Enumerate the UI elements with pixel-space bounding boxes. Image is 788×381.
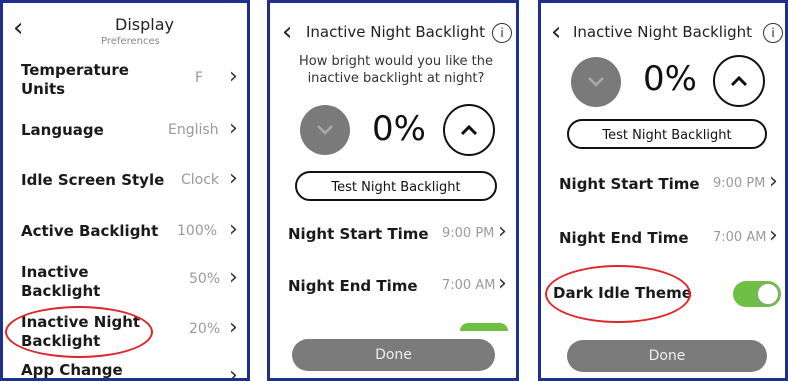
row-label: Temperature Units <box>21 61 129 98</box>
back-chevron-icon[interactable]: ‹ <box>282 19 292 45</box>
chevron-right-icon: › <box>498 271 507 296</box>
row-value: 9:00 PM <box>713 176 766 191</box>
row-label: Night End Time <box>559 229 689 247</box>
page-title: Inactive Night Backlight <box>573 23 753 41</box>
chevron-right-icon: › <box>229 363 238 381</box>
row-label: Night Start Time <box>559 175 700 193</box>
row-value: 7:00 AM <box>713 230 767 245</box>
display-preferences-screen: ‹ Display Preferences Temperature Units … <box>0 0 250 381</box>
chevron-down-icon <box>588 77 604 87</box>
row-value: F <box>195 70 204 86</box>
row-value: 50% <box>189 271 221 287</box>
highlight-circle <box>5 306 153 358</box>
chevron-right-icon: › <box>229 166 238 191</box>
row-label: Idle Screen Style <box>21 171 165 189</box>
row-label: Inactive Backlight <box>21 263 101 300</box>
brightness-prompt: How bright would you like the inactive b… <box>298 54 494 86</box>
dark-idle-theme-toggle[interactable] <box>460 323 508 331</box>
dark-idle-theme-toggle[interactable] <box>733 281 781 307</box>
chevron-right-icon: › <box>229 315 238 340</box>
test-night-backlight-button[interactable]: Test Night Backlight <box>567 119 767 149</box>
chevron-right-icon: › <box>229 217 238 242</box>
done-button[interactable]: Done <box>292 339 495 371</box>
inactive-night-backlight-screen: ‹ Inactive Night Backlight i How bright … <box>267 0 519 381</box>
brightness-percent: 0% <box>643 59 697 99</box>
highlight-circle <box>545 265 691 323</box>
back-chevron-icon[interactable]: ‹ <box>13 15 23 41</box>
row-value: 20% <box>189 321 221 337</box>
increase-brightness-button[interactable] <box>713 55 765 107</box>
decrease-brightness-button[interactable] <box>300 105 350 155</box>
chevron-right-icon: › <box>769 169 778 194</box>
inactive-night-backlight-scrolled-screen: ‹ Inactive Night Backlight i 0% Test Nig… <box>538 0 788 381</box>
done-button[interactable]: Done <box>567 340 767 372</box>
increase-brightness-button[interactable] <box>443 104 495 156</box>
info-icon[interactable]: i <box>763 23 783 43</box>
row-value: 9:00 PM <box>442 226 495 241</box>
chevron-right-icon: › <box>229 116 238 141</box>
row-value: 100% <box>177 223 218 239</box>
brightness-percent: 0% <box>372 109 426 149</box>
page-subtitle: Preferences <box>101 36 160 47</box>
row-label: Language <box>21 121 104 139</box>
chevron-up-icon <box>730 75 748 87</box>
page-title: Display <box>115 15 174 34</box>
chevron-right-icon: › <box>229 265 238 290</box>
row-value: English <box>168 122 219 138</box>
row-label: Night End Time <box>288 277 418 295</box>
back-chevron-icon[interactable]: ‹ <box>551 19 561 45</box>
row-label: Active Backlight <box>21 222 159 240</box>
page-title: Inactive Night Backlight <box>306 23 486 41</box>
decrease-brightness-button[interactable] <box>571 57 621 107</box>
row-label: App Change <box>21 361 123 379</box>
row-value: Clock <box>181 172 220 188</box>
chevron-right-icon: › <box>769 223 778 248</box>
row-value: 7:00 AM <box>442 278 496 293</box>
row-label: Night Start Time <box>288 225 429 243</box>
toggle-knob <box>757 283 779 305</box>
chevron-right-icon: › <box>498 219 507 244</box>
info-icon[interactable]: i <box>492 23 512 43</box>
test-night-backlight-button[interactable]: Test Night Backlight <box>295 171 497 201</box>
chevron-up-icon <box>460 124 478 136</box>
chevron-down-icon <box>317 125 333 135</box>
chevron-right-icon: › <box>229 64 238 89</box>
